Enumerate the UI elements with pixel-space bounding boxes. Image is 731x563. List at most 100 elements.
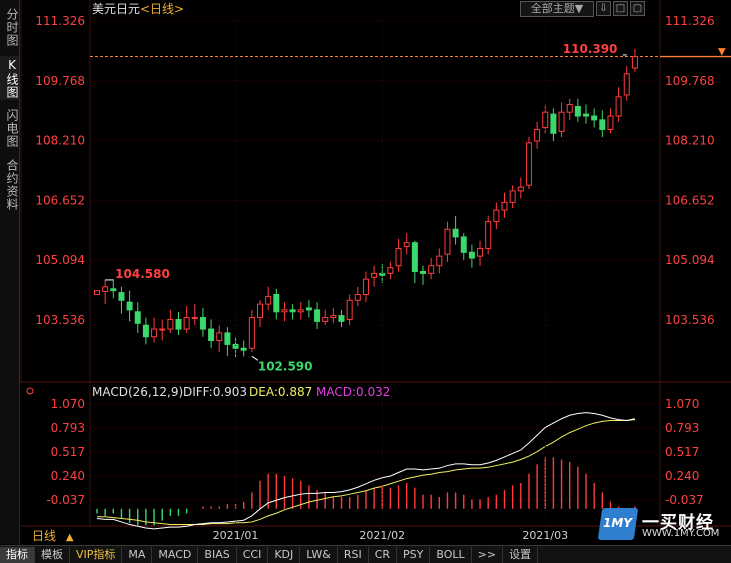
candle-body (395, 247, 402, 267)
candle-body (525, 142, 532, 186)
y-tick-label-left: 108.210 (35, 134, 85, 148)
candle-body (126, 301, 133, 311)
indicator-tab-3[interactable]: MA (122, 546, 153, 563)
period-arrow-icon: ▲ (65, 532, 74, 543)
y-tick-label-left: 106.652 (35, 193, 85, 207)
indicator-tab-13[interactable]: >> (472, 546, 504, 563)
macd-y-tick-label-left: 0.240 (51, 469, 85, 483)
candle-body (436, 255, 443, 267)
candlestick-chart[interactable]: 美元日元 <日线> 111.326 111.326 109.768 109.768 108.… (0, 0, 731, 385)
candle-body (257, 303, 263, 319)
diff-line (96, 412, 636, 530)
candle-body (305, 307, 312, 311)
indicator-tab-8[interactable]: LW& (300, 546, 338, 563)
candle-body (159, 328, 166, 331)
macd-y-tick-label-right: 1.070 (665, 397, 699, 411)
restore-icon[interactable]: □ (613, 1, 628, 16)
candle-body (240, 347, 247, 351)
y-tick-label-left: 105.094 (35, 253, 85, 267)
candle-body (574, 105, 581, 117)
y-tick-label-right: 106.652 (665, 193, 715, 207)
logo-url: WWW.1MY.COM (642, 528, 720, 539)
indicator-tab-6[interactable]: CCI (237, 546, 269, 563)
candle-body (371, 272, 378, 278)
candle-body (477, 247, 484, 257)
candle-body (151, 328, 158, 338)
macd-dea-label: DEA:0.887 (249, 385, 312, 399)
candle-body (403, 242, 410, 248)
indicator-tab-bar: 指标 模板 VIP指标 MA MACD BIAS CCI KDJ LW& RSI CR PSY BOLL… (0, 545, 731, 563)
x-tick-label: 2021/02 (359, 529, 405, 542)
candle-body (444, 228, 451, 255)
candle-body (607, 115, 614, 130)
candle-body (485, 221, 492, 249)
indicator-tab-2[interactable]: VIP指标 (70, 546, 123, 563)
candle-body (142, 324, 149, 338)
macd-macd-label: MACD:0.032 (316, 385, 390, 399)
indicator-tab-11[interactable]: PSY (397, 546, 431, 563)
candle-body (509, 190, 516, 203)
macd-settings-icon (26, 387, 34, 395)
candle-body (265, 295, 272, 305)
indicator-tab-10[interactable]: CR (369, 546, 398, 563)
y-tick-label-left: 109.768 (35, 74, 85, 88)
high-label: 110.390 (563, 42, 618, 56)
candle-body (167, 318, 174, 330)
candle-body (338, 315, 345, 322)
candle-body (248, 317, 255, 349)
macd-y-tick-label-left: 0.793 (51, 421, 85, 435)
candle-body (281, 309, 288, 313)
x-tick-label: 2021/03 (522, 529, 568, 542)
candle-body (110, 288, 117, 292)
candle-body (297, 309, 304, 313)
y-tick-label-left: 111.326 (35, 14, 85, 28)
candle-body (420, 270, 426, 274)
macd-title: MACD(26,12,9) (92, 385, 183, 399)
y-tick-label-right: 111.326 (665, 14, 715, 28)
macd-y-tick-label-right: 0.793 (665, 421, 699, 435)
candle-body (631, 56, 638, 69)
candle-body (599, 119, 606, 130)
candle-body (94, 290, 100, 296)
candle-body (232, 343, 239, 349)
indicator-tab-5[interactable]: BIAS (198, 546, 237, 563)
candle-body (354, 294, 361, 301)
indicator-tab-7[interactable]: KDJ (268, 546, 301, 563)
candle-body (591, 115, 598, 121)
macd-y-tick-label-left: -0.037 (46, 493, 85, 507)
candle-body (566, 104, 573, 113)
y-tick-label-left: 103.536 (35, 313, 85, 327)
macd-y-tick-label-right: -0.037 (665, 493, 704, 507)
candle-body (216, 332, 223, 342)
candle-body (208, 328, 215, 342)
indicator-tab-9[interactable]: RSI (338, 546, 369, 563)
maximize-icon[interactable]: ▢ (630, 1, 645, 16)
candle-body (460, 236, 467, 253)
macd-y-tick-label-right: 0.517 (665, 445, 699, 459)
candle-body (314, 309, 321, 322)
macd-diff-label: DIFF:0.903 (183, 385, 247, 399)
indicator-tab-12[interactable]: BOLL (430, 546, 472, 563)
candle-body (330, 315, 337, 319)
watermark-logo: 1MY 一买财经 WWW.1MY.COM (597, 508, 725, 542)
indicator-tab-4[interactable]: MACD (152, 546, 199, 563)
indicator-tab-0[interactable]: 指标 (0, 546, 35, 563)
period-selector[interactable]: 日线 ▲ (20, 528, 102, 544)
candle-body (118, 292, 125, 301)
low-label: 102.590 (258, 359, 313, 373)
candle-body (558, 111, 565, 132)
candle-body (623, 73, 630, 96)
period-label: 日线 (32, 529, 57, 543)
candle-body (191, 317, 198, 320)
indicator-tab-14[interactable]: 设置 (503, 546, 539, 563)
chart-title-symbol: 美元日元 (92, 2, 140, 16)
indicator-tab-1[interactable]: 模板 (35, 546, 70, 563)
minimize-icon[interactable]: ⇩ (596, 1, 611, 16)
candle-body (362, 278, 369, 296)
y-tick-label-right: 105.094 (665, 253, 715, 267)
candle-body (550, 113, 557, 134)
chart-title-period: <日线> (140, 2, 184, 16)
theme-dropdown-button[interactable]: 全部主题▼ (520, 1, 594, 17)
candle-body (428, 265, 435, 274)
candle-body (517, 186, 524, 192)
